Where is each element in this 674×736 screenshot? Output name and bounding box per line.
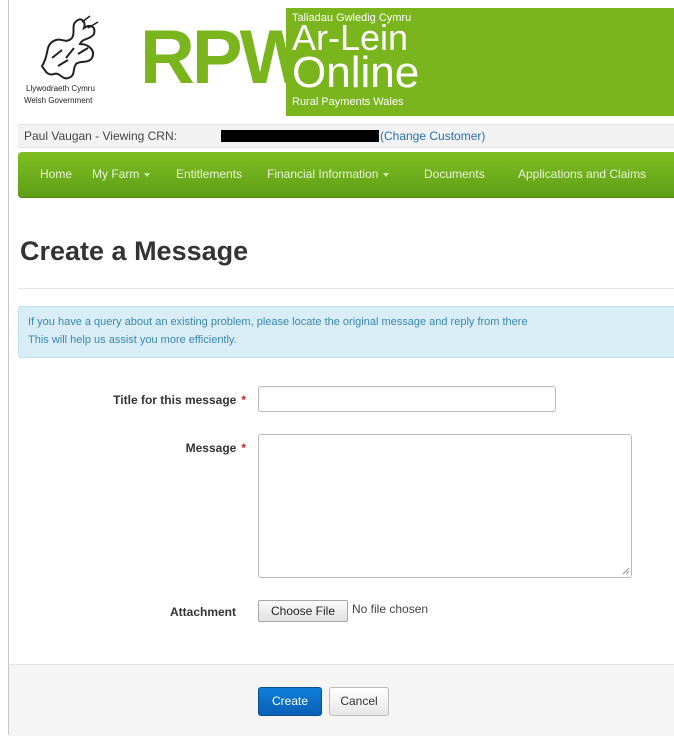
- viewing-customer-text: Paul Vaugan - Viewing CRN:: [24, 129, 177, 143]
- title-field-label-text: Title for this message: [113, 393, 237, 407]
- nav-my-farm-label: My Farm: [92, 167, 140, 181]
- file-status-text: No file chosen: [352, 602, 429, 616]
- create-button[interactable]: Create: [258, 687, 322, 716]
- crn-redacted: [221, 130, 379, 142]
- title-input[interactable]: [258, 386, 556, 412]
- banner-english-tagline: Rural Payments Wales: [292, 96, 404, 108]
- nav-documents[interactable]: Documents: [424, 152, 485, 196]
- rpw-logo: RPW: [130, 8, 311, 116]
- customer-bar: Paul Vaugan - Viewing CRN: (Change Custo…: [18, 124, 674, 148]
- required-asterisk: *: [241, 441, 246, 455]
- dragon-logo-icon: [40, 15, 99, 80]
- gov-name-welsh: Llywodraeth Cymru: [26, 84, 95, 93]
- title-divider: [18, 288, 674, 289]
- message-field-label-text: Message: [185, 441, 237, 455]
- required-asterisk: *: [241, 393, 246, 407]
- welsh-government-logo: Llywodraeth Cymru Welsh Government: [18, 8, 128, 116]
- gov-name-english: Welsh Government: [24, 96, 93, 105]
- site-header: Llywodraeth Cymru Welsh Government RPW T…: [18, 8, 674, 116]
- rpw-logo-text: RPW: [140, 15, 311, 100]
- nav-financial-information[interactable]: Financial Information: [267, 152, 390, 196]
- attachment-label: Attachment: [169, 605, 236, 619]
- nav-my-farm[interactable]: My Farm: [92, 152, 151, 196]
- nav-entitlements[interactable]: Entitlements: [176, 152, 242, 196]
- page-title: Create a Message: [20, 236, 249, 266]
- nav-applications-and-claims[interactable]: Applications and Claims: [518, 152, 646, 196]
- nav-home[interactable]: Home: [40, 152, 72, 196]
- choose-file-button[interactable]: Choose File: [258, 600, 348, 622]
- title-field-label: Title for this message *: [60, 393, 246, 407]
- chevron-down-icon: [144, 172, 151, 177]
- page-border: [8, 0, 9, 735]
- resize-grip-icon[interactable]: [620, 565, 630, 575]
- message-field-label: Message *: [60, 441, 246, 455]
- change-customer-link[interactable]: (Change Customer): [380, 125, 485, 147]
- nav-financial-information-label: Financial Information: [267, 167, 379, 181]
- alert-line-1: If you have a query about an existing pr…: [28, 316, 528, 328]
- cancel-button[interactable]: Cancel: [329, 687, 389, 716]
- chevron-down-icon: [383, 172, 390, 177]
- main-nav: Home My Farm Entitlements Financial Info…: [18, 152, 674, 198]
- form-actions: Create Cancel: [9, 664, 674, 736]
- message-textarea[interactable]: [258, 434, 632, 578]
- alert-line-2: This will help us assist you more effici…: [28, 334, 237, 346]
- rpw-online-banner: Taliadau Gwledig Cymru Ar-Lein Online Ru…: [286, 8, 674, 116]
- banner-online: Online: [292, 48, 420, 97]
- info-alert: If you have a query about an existing pr…: [18, 306, 674, 358]
